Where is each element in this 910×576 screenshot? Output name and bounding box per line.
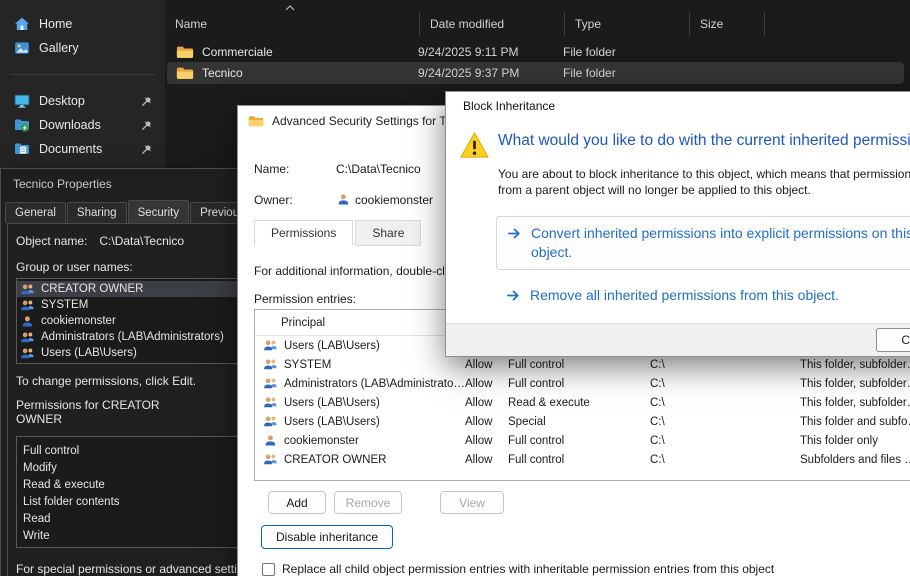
permission-entries-label: Permission entries:	[254, 292, 356, 306]
sidebar-item-documents[interactable]: Documents	[4, 137, 161, 161]
table-row[interactable]: Administrators (LAB\Administrators) Allo…	[255, 374, 910, 393]
add-button[interactable]: Add	[268, 491, 326, 514]
convert-permissions-command-link[interactable]: Convert inherited permissions into expli…	[496, 216, 910, 270]
warning-icon	[459, 130, 490, 161]
sidebar-item-label: Downloads	[39, 118, 101, 132]
table-row[interactable]: CREATOR OWNER Allow Full control C:\ Sub…	[255, 450, 910, 469]
arrow-right-icon	[507, 226, 522, 241]
group-icon	[263, 339, 278, 352]
owner-label: Owner:	[254, 193, 336, 207]
group-icon	[263, 396, 278, 409]
desktop-icon	[14, 93, 30, 109]
user-icon	[263, 434, 278, 447]
table-buttons: Add Remove View	[254, 491, 654, 514]
view-button[interactable]: View	[440, 491, 504, 514]
file-row-commerciale[interactable]: Commerciale 9/24/2025 9:11 PM File folde…	[167, 41, 904, 63]
gallery-icon	[14, 40, 30, 56]
owner-value: cookiemonster	[355, 193, 433, 207]
user-icon	[336, 193, 351, 206]
column-header-size[interactable]: Size	[690, 12, 765, 36]
desktop-screen: Home Gallery Desktop Downloads Documents…	[0, 0, 910, 576]
sidebar-item-label: Gallery	[39, 41, 79, 55]
replace-permissions-label: Replace all child object permission entr…	[282, 562, 774, 576]
home-icon	[14, 16, 30, 32]
group-icon	[20, 283, 35, 296]
object-name-label: Object name:	[16, 234, 87, 248]
remove-button[interactable]: Remove	[334, 491, 402, 514]
tab-share[interactable]: Share	[355, 220, 421, 246]
name-value: C:\Data\Tecnico	[336, 162, 421, 176]
cancel-button[interactable]: Cancel	[876, 328, 910, 352]
arrow-right-icon	[506, 288, 521, 303]
file-date-cell: 9/24/2025 9:11 PM	[418, 45, 563, 59]
file-date-cell: 9/24/2025 9:37 PM	[418, 66, 563, 80]
downloads-icon	[14, 117, 30, 133]
documents-icon	[14, 141, 30, 157]
column-header-type[interactable]: Type	[565, 12, 690, 36]
tab-permissions[interactable]: Permissions	[254, 220, 353, 246]
tab-security[interactable]: Security	[128, 200, 190, 223]
folder-icon	[176, 66, 194, 81]
sidebar-item-downloads[interactable]: Downloads	[4, 113, 161, 137]
name-label: Name:	[254, 162, 336, 176]
group-icon	[263, 453, 278, 466]
sidebar-item-gallery[interactable]: Gallery	[4, 36, 161, 60]
pin-icon	[140, 119, 153, 132]
sidebar-item-label: Documents	[39, 142, 102, 156]
sidebar-item-label: Desktop	[39, 94, 85, 108]
group-icon	[263, 358, 278, 371]
group-icon	[263, 415, 278, 428]
sidebar-item-home[interactable]: Home	[4, 12, 161, 36]
remove-permissions-command-link[interactable]: Remove all inherited permissions from th…	[506, 286, 839, 303]
block-inheritance-dialog: Block Inheritance What would you like to…	[445, 91, 910, 357]
column-header-date-modified[interactable]: Date modified	[420, 12, 565, 36]
sidebar-item-desktop[interactable]: Desktop	[4, 89, 161, 113]
block-dialog-footer: Cancel	[446, 323, 910, 356]
group-icon	[20, 347, 35, 360]
file-name-cell: Commerciale	[167, 45, 418, 60]
file-name-cell: Tecnico	[167, 66, 418, 81]
tab-sharing[interactable]: Sharing	[67, 202, 127, 223]
folder-icon	[176, 45, 194, 60]
table-row[interactable]: Users (LAB\Users) Allow Read & execute C…	[255, 393, 910, 412]
block-dialog-titlebar[interactable]: Block Inheritance	[446, 92, 910, 120]
principal-column-header[interactable]: Principal	[255, 317, 325, 329]
pin-icon	[140, 95, 153, 108]
folder-icon	[248, 115, 264, 128]
group-icon	[20, 299, 35, 312]
dialog-title: Tecnico Properties	[13, 177, 112, 191]
dialog-body-text: You are about to block inheritance to th…	[498, 166, 910, 198]
column-header-row: Name Date modified Type Size	[165, 12, 910, 36]
table-row[interactable]: Users (LAB\Users) Allow Special C:\ This…	[255, 412, 910, 431]
tab-general[interactable]: General	[5, 202, 66, 223]
block-dialog-body: What would you like to do with the curre…	[446, 120, 910, 325]
file-type-cell: File folder	[563, 45, 688, 59]
object-name-value: C:\Data\Tecnico	[99, 234, 184, 248]
file-row-tecnico[interactable]: Tecnico 9/24/2025 9:37 PM File folder	[167, 62, 904, 84]
replace-permissions-row: Replace all child object permission entr…	[262, 562, 774, 576]
column-header-name[interactable]: Name	[165, 12, 420, 36]
advanced-tabs: Permissions Share	[254, 220, 423, 246]
sidebar-separator	[0, 60, 165, 89]
sort-ascending-icon	[285, 5, 295, 11]
table-row[interactable]: SYSTEM Allow Full control C:\ This folde…	[255, 355, 910, 374]
group-icon	[20, 331, 35, 344]
disable-inheritance-button[interactable]: Disable inheritance	[261, 525, 393, 549]
file-type-cell: File folder	[563, 66, 688, 80]
permissions-for-label: Permissions for CREATOR OWNER	[16, 398, 186, 426]
table-row[interactable]: cookiemonster Allow Full control C:\ Thi…	[255, 431, 910, 450]
dialog-heading: What would you like to do with the curre…	[498, 132, 910, 150]
user-icon	[20, 315, 35, 328]
replace-permissions-checkbox[interactable]	[262, 563, 275, 576]
sidebar-item-label: Home	[39, 17, 72, 31]
pin-icon	[140, 143, 153, 156]
group-icon	[263, 377, 278, 390]
dialog-title: Block Inheritance	[463, 99, 555, 113]
